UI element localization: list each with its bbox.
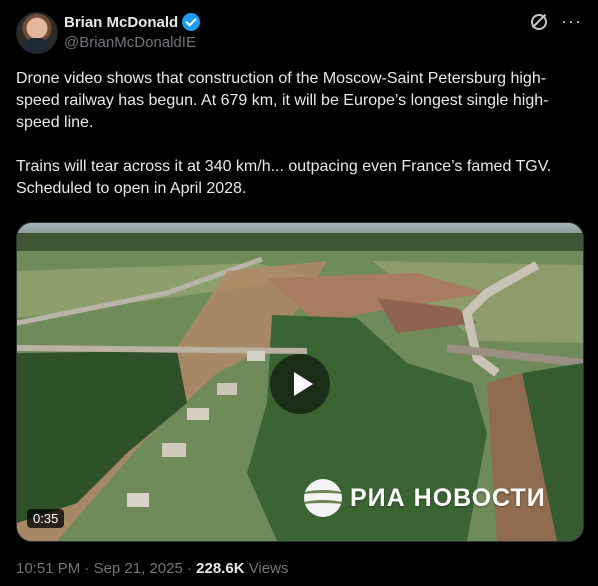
- ria-watermark: РИА НОВОСТИ: [304, 479, 546, 517]
- tweet-meta: 10:51 PM · Sep 21, 2025 · 228.6K Views: [16, 560, 288, 577]
- meta-separator: ·: [186, 560, 192, 577]
- play-button[interactable]: [270, 354, 330, 414]
- views-count[interactable]: 228.6K: [196, 560, 244, 577]
- more-icon[interactable]: ···: [561, 12, 582, 30]
- avatar[interactable]: [16, 12, 58, 54]
- tweet-actions-top: ···: [529, 12, 582, 30]
- verified-icon[interactable]: [182, 13, 201, 31]
- author-name[interactable]: Brian McDonald: [64, 14, 178, 31]
- tweet-text: Drone video shows that construction of t…: [16, 68, 582, 200]
- author-name-row[interactable]: Brian McDonald: [64, 13, 201, 31]
- grok-icon[interactable]: [529, 12, 548, 30]
- video-player[interactable]: 0:35 РИА НОВОСТИ: [16, 222, 584, 542]
- meta-separator: ·: [84, 560, 90, 577]
- video-duration: 0:35: [27, 509, 65, 528]
- author-handle[interactable]: @BrianMcDonaldIE: [64, 34, 196, 51]
- tweet-time[interactable]: 10:51 PM: [16, 560, 80, 577]
- views-label[interactable]: Views: [249, 560, 289, 577]
- ria-watermark-text: РИА НОВОСТИ: [350, 483, 546, 512]
- tweet-paragraph-1: Drone video shows that construction of t…: [16, 70, 549, 131]
- tweet-paragraph-2: Trains will tear across it at 340 km/h..…: [16, 158, 552, 197]
- tweet-date[interactable]: Sep 21, 2025: [94, 560, 183, 577]
- tweet: Brian McDonald @BrianMcDonaldIE ··· Dron…: [0, 0, 598, 586]
- ria-logo-icon: [304, 479, 342, 517]
